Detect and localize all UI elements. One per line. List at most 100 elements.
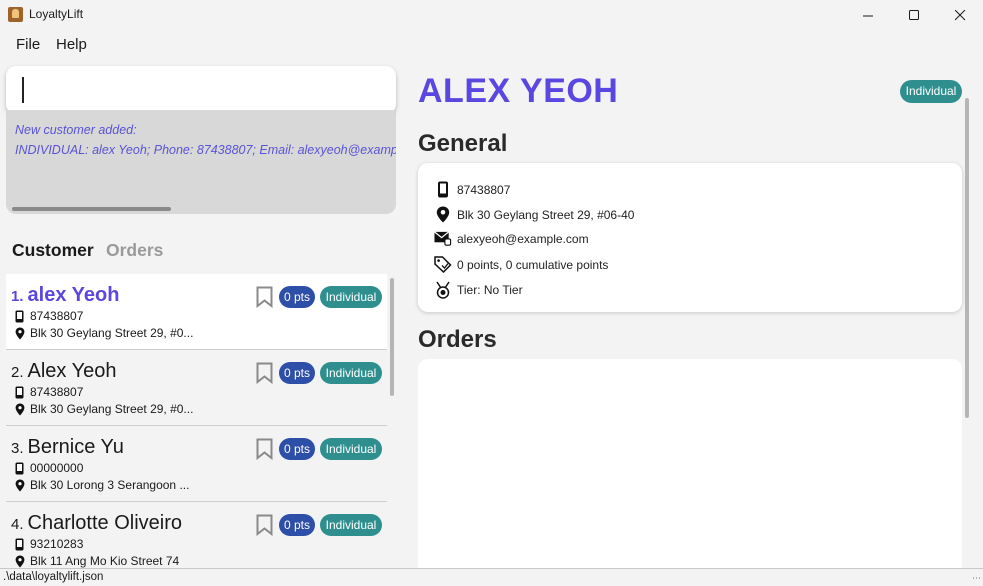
email-icon xyxy=(434,231,452,246)
command-input[interactable] xyxy=(6,66,396,114)
detail-tier: Tier: No Tier xyxy=(457,283,523,297)
location-pin-icon xyxy=(434,206,452,223)
customer-type-badge: Individual xyxy=(320,286,382,308)
points-badge: 0 pts xyxy=(279,286,315,308)
detail-phone-row: 87438807 xyxy=(434,181,510,198)
detail-scrollbar[interactable] xyxy=(965,98,969,418)
phone-icon xyxy=(434,181,452,198)
customer-phone: 87438807 xyxy=(30,309,84,323)
text-caret xyxy=(22,77,24,103)
customer-address: Blk 30 Geylang Street 29, #0... xyxy=(30,402,194,416)
detail-customer-name: ALEX YEOH xyxy=(418,72,619,110)
customer-list: 1. alex Yeoh 0 pts Individual 87438807 Blk 30… xyxy=(6,274,388,568)
list-scrollbar[interactable] xyxy=(390,278,394,396)
detail-address: Blk 30 Geylang Street 29, #06-40 xyxy=(457,207,635,222)
maximize-button[interactable] xyxy=(891,0,937,30)
customer-index: 3. xyxy=(11,440,24,457)
tab-orders[interactable]: Orders xyxy=(106,240,163,261)
customer-name-text: Bernice Yu xyxy=(27,436,124,458)
result-display: New customer added: INDIVIDUAL: alex Yeo… xyxy=(6,110,396,214)
general-info-card: 87438807 Blk 30 Geylang Street 29, #06-4… xyxy=(418,163,962,312)
customer-type-badge: Individual xyxy=(320,514,382,536)
minimize-button[interactable] xyxy=(845,0,891,30)
customer-phone: 93210283 xyxy=(30,537,84,551)
customer-phone-row: 93210283 xyxy=(14,537,83,551)
result-message-detail: INDIVIDUAL: alex Yeoh; Phone: 87438807; … xyxy=(15,143,396,157)
customer-list-item[interactable]: 2. Alex Yeoh 0 pts Individual 87438807 Blk 30… xyxy=(6,350,387,426)
location-pin-icon xyxy=(14,479,25,492)
customer-name-text: Charlotte Oliveiro xyxy=(27,512,183,534)
orders-section-title: Orders xyxy=(418,326,497,353)
customer-phone: 87438807 xyxy=(30,385,84,399)
minimize-icon xyxy=(862,15,873,16)
title-bar: LoyaltyLift xyxy=(0,0,983,30)
customer-index: 2. xyxy=(11,364,24,381)
customer-phone-row: 87438807 xyxy=(14,309,83,323)
tag-icon xyxy=(434,256,452,273)
customer-list-item[interactable]: 4. Charlotte Oliveiro 0 pts Individual 93210… xyxy=(6,502,387,568)
customer-address-row: Blk 11 Ang Mo Kio Street 74 xyxy=(14,554,179,568)
customer-name-text: alex Yeoh xyxy=(27,284,120,306)
points-badge: 0 pts xyxy=(279,438,315,460)
bookmark-icon[interactable] xyxy=(256,286,273,309)
horizontal-scrollbar[interactable] xyxy=(12,207,171,211)
customer-name: 1. alex Yeoh xyxy=(11,284,119,307)
customer-phone-row: 00000000 xyxy=(14,461,83,475)
phone-icon xyxy=(14,462,25,475)
customer-name-text: Alex Yeoh xyxy=(27,360,117,382)
customer-index: 4. xyxy=(11,516,24,533)
menu-help[interactable]: Help xyxy=(56,36,87,53)
phone-icon xyxy=(14,310,25,323)
customer-name: 2. Alex Yeoh xyxy=(11,360,117,383)
detail-email-row: alexyeoh@example.com xyxy=(434,231,589,246)
customer-name: 4. Charlotte Oliveiro xyxy=(11,512,182,535)
location-pin-icon xyxy=(14,403,25,416)
customer-type-badge: Individual xyxy=(320,362,382,384)
location-pin-icon xyxy=(14,555,25,568)
menu-bar: File Help xyxy=(0,30,983,58)
orders-card xyxy=(418,359,962,574)
close-button[interactable] xyxy=(937,0,983,30)
data-file-path: .\data\loyaltylift.json xyxy=(3,571,104,583)
detail-points-row: 0 points, 0 cumulative points xyxy=(434,256,608,273)
customer-index: 1. xyxy=(11,288,24,305)
menu-file[interactable]: File xyxy=(16,36,40,53)
general-section-title: General xyxy=(418,130,508,157)
customer-type-badge: Individual xyxy=(320,438,382,460)
detail-email: alexyeoh@example.com xyxy=(457,231,589,246)
customer-phone-row: 87438807 xyxy=(14,385,83,399)
points-badge: 0 pts xyxy=(279,362,315,384)
close-icon xyxy=(954,9,965,20)
resize-grip-icon[interactable]: ⋯ xyxy=(972,573,981,584)
window-title: LoyaltyLift xyxy=(29,7,84,21)
detail-address-row: Blk 30 Geylang Street 29, #06-40 xyxy=(434,206,634,223)
tab-customer[interactable]: Customer xyxy=(12,240,94,261)
bookmark-icon[interactable] xyxy=(256,438,273,461)
customer-address-row: Blk 30 Lorong 3 Serangoon ... xyxy=(14,478,189,492)
customer-name: 3. Bernice Yu xyxy=(11,436,124,459)
location-pin-icon xyxy=(14,327,25,340)
maximize-icon xyxy=(908,9,919,20)
customer-address: Blk 30 Lorong 3 Serangoon ... xyxy=(30,478,190,492)
customer-address: Blk 11 Ang Mo Kio Street 74 xyxy=(30,554,180,568)
customer-address-row: Blk 30 Geylang Street 29, #0... xyxy=(14,402,193,416)
command-box[interactable] xyxy=(6,66,396,114)
customer-phone: 00000000 xyxy=(30,461,84,475)
detail-points: 0 points, 0 cumulative points xyxy=(457,257,609,272)
customer-address: Blk 30 Geylang Street 29, #0... xyxy=(30,326,194,340)
points-badge: 0 pts xyxy=(279,514,315,536)
detail-tier-row: Tier: No Tier xyxy=(434,281,523,299)
detail-phone: 87438807 xyxy=(457,182,511,197)
detail-type-badge: Individual xyxy=(900,80,962,103)
phone-icon xyxy=(14,386,25,399)
result-message-line: New customer added: xyxy=(15,123,137,137)
app-logo-icon xyxy=(8,7,23,22)
customer-list-item[interactable]: 3. Bernice Yu 0 pts Individual 00000000 Blk 3… xyxy=(6,426,387,502)
bookmark-icon[interactable] xyxy=(256,362,273,385)
medal-icon xyxy=(434,281,452,299)
phone-icon xyxy=(14,538,25,551)
bookmark-icon[interactable] xyxy=(256,514,273,537)
customer-list-item[interactable]: 1. alex Yeoh 0 pts Individual 87438807 Blk 30… xyxy=(6,274,387,350)
status-bar: .\data\loyaltylift.json ⋯ xyxy=(0,568,983,586)
customer-address-row: Blk 30 Geylang Street 29, #0... xyxy=(14,326,193,340)
